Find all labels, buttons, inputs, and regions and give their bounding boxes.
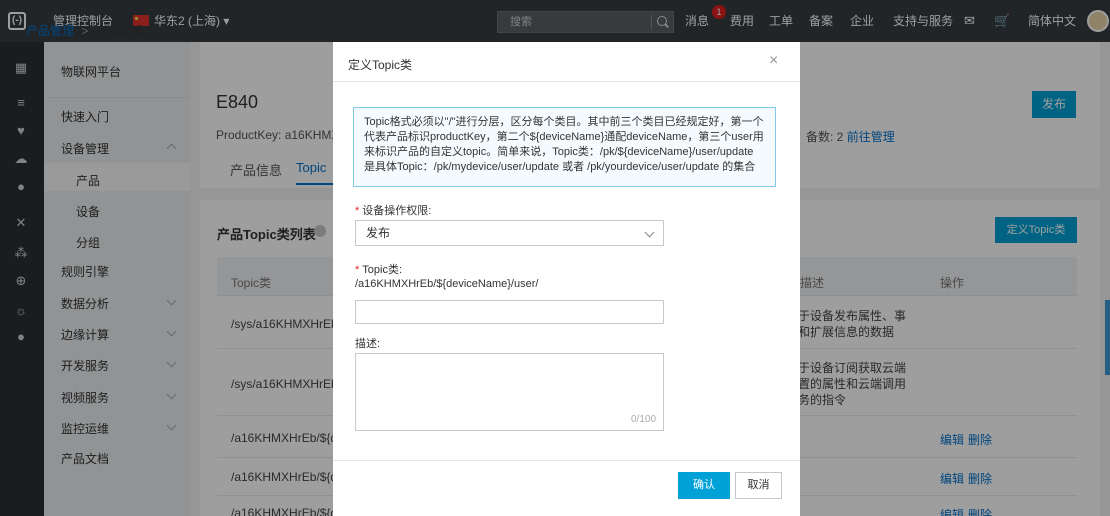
permission-label: * 设备操作权限: (355, 205, 432, 217)
topic-label-text: Topic类: (362, 264, 403, 276)
confirm-button[interactable]: 确认 (678, 472, 730, 499)
topic-label: * Topic类: (355, 264, 403, 276)
permission-label-text: 设备操作权限: (362, 205, 432, 217)
topic-format-tip: Topic格式必须以"/"进行分层，区分每个类目。其中前三个类目已经规定好，第一… (353, 107, 776, 187)
permission-select[interactable]: 发布 (355, 220, 664, 246)
topic-prefix: /a16KHMXHrEb/${deviceName}/user/ (355, 278, 539, 290)
cancel-button[interactable]: 取消 (735, 472, 782, 499)
close-icon[interactable]: × (769, 53, 778, 69)
dialog-title: 定义Topic类 (348, 58, 413, 72)
description-label: 描述: (355, 338, 381, 350)
description-textarea[interactable] (355, 353, 664, 431)
dialog-header: 定义Topic类 × (333, 42, 800, 82)
define-topic-dialog: 定义Topic类 × Topic格式必须以"/"进行分层，区分每个类目。其中前三… (333, 42, 800, 516)
permission-selected-value: 发布 (366, 226, 391, 240)
topic-name-input[interactable] (355, 300, 664, 324)
dialog-footer-divider (333, 460, 800, 461)
chevron-down-icon (644, 227, 655, 238)
char-counter: 0/100 (631, 414, 657, 425)
